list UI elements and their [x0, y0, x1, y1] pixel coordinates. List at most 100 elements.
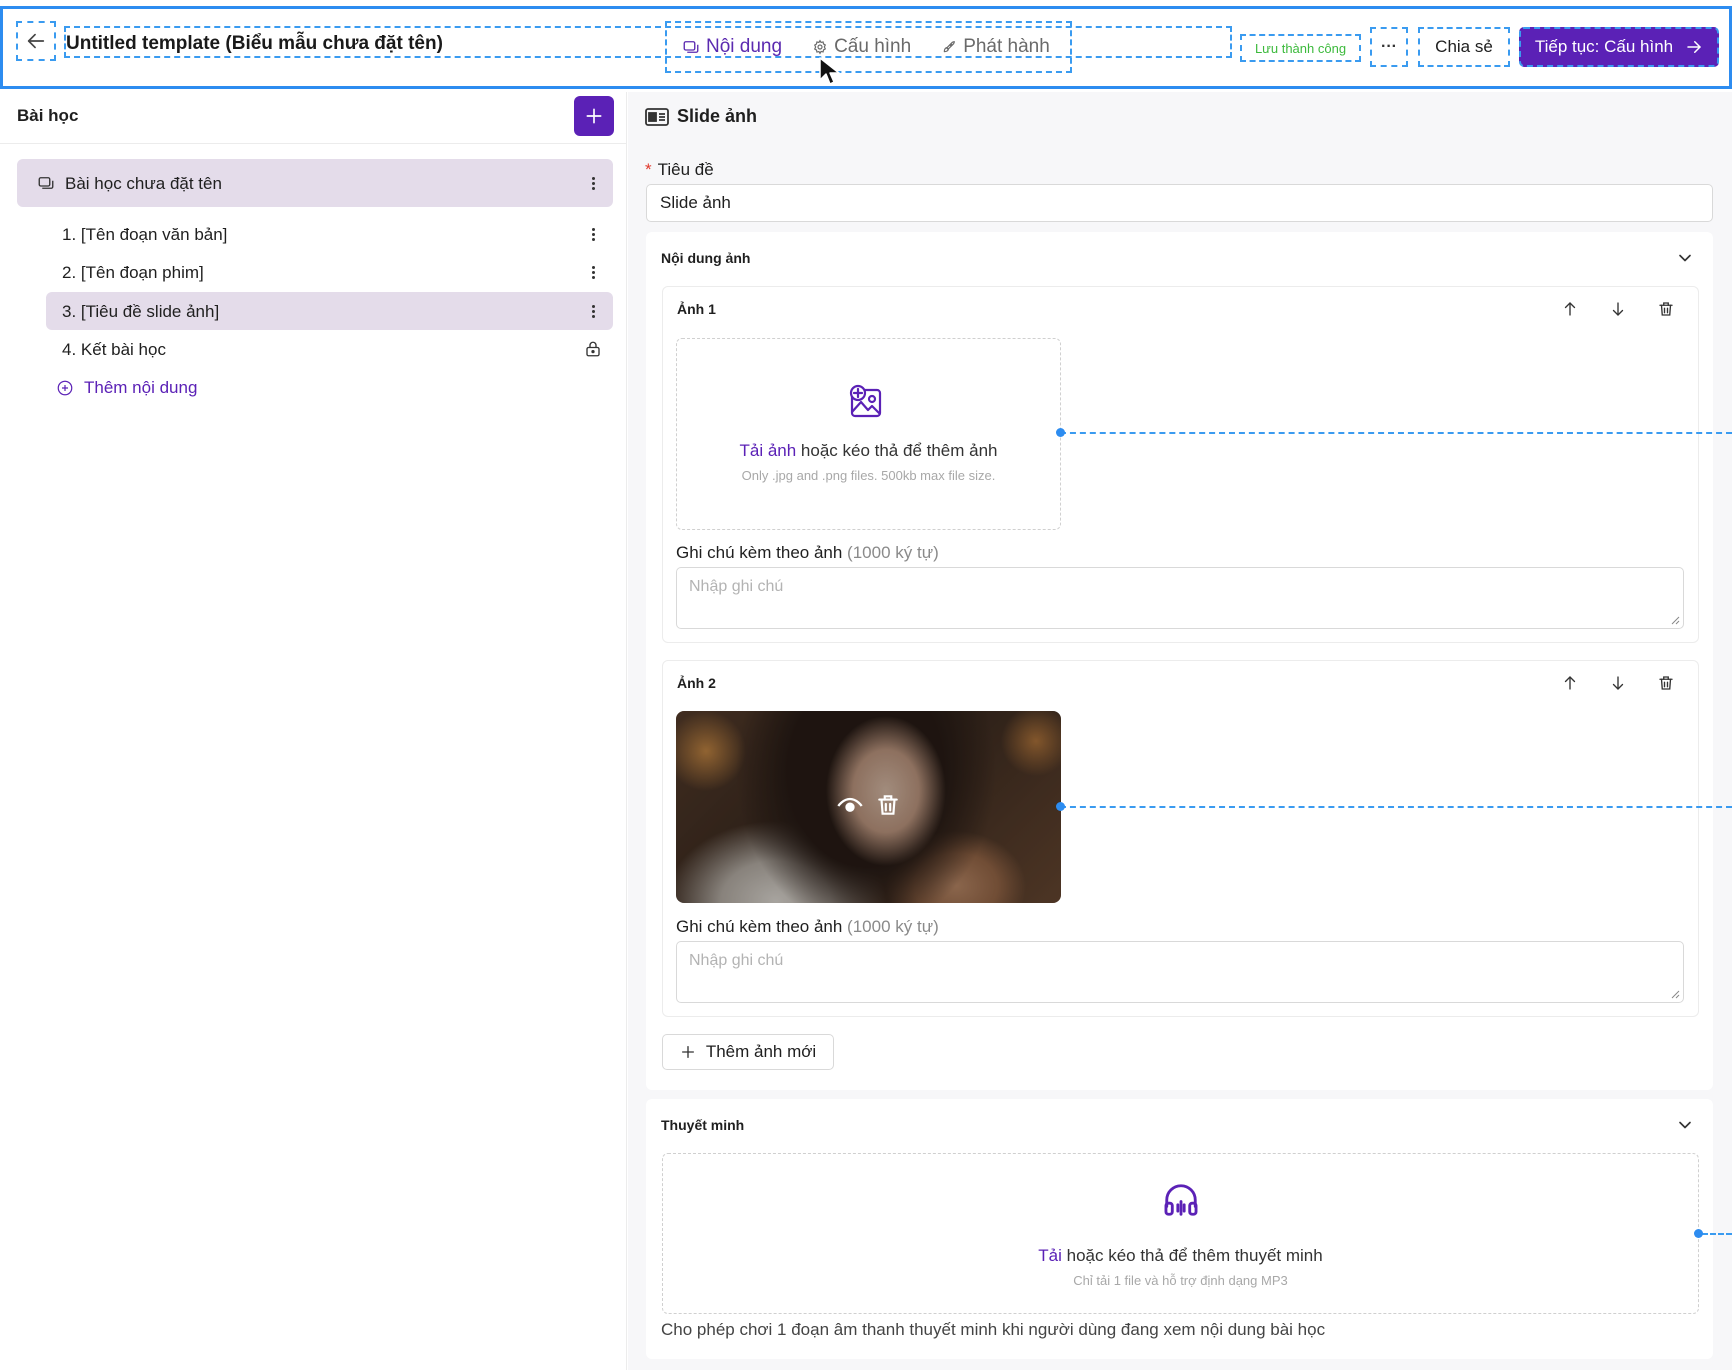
tab-settings[interactable]: Cấu hình [797, 23, 926, 71]
chevron-down-icon[interactable] [1675, 1115, 1695, 1135]
item-menu-icon[interactable] [583, 299, 603, 323]
upload-hint: Only .jpg and .png files. 500kb max file… [741, 468, 996, 483]
narration-upload-text: Tải hoặc kéo thả để thêm thuyết minh [663, 1246, 1698, 1266]
add-image-button[interactable]: Thêm ảnh mới [662, 1034, 834, 1070]
save-status-text: Lưu thành công [1254, 40, 1347, 56]
add-lesson-button[interactable] [574, 96, 614, 136]
template-title[interactable]: Untitled template (Biểu mẫu chưa đặt tên… [66, 33, 443, 55]
slides-icon [683, 41, 699, 53]
add-content-label: Thêm nội dung [84, 378, 198, 397]
lesson-label: Bài học chưa đặt tên [65, 174, 222, 193]
note-limit: (1000 ký tự) [842, 917, 939, 936]
trash-icon [1659, 676, 1673, 690]
item-menu-icon[interactable] [583, 260, 603, 284]
sidebar-item-image-slide[interactable]: 3. [Tiêu đề slide ảnh] [46, 292, 613, 330]
mouse-cursor-icon [819, 57, 840, 85]
lesson-menu-icon[interactable] [583, 171, 603, 195]
chevron-down-icon[interactable] [1675, 248, 1695, 268]
eye-icon[interactable] [836, 792, 864, 820]
arrow-right-icon [1687, 41, 1701, 53]
note-label: Ghi chú kèm theo ảnh (1000 ký tự) [676, 917, 939, 937]
tab-settings-label: Cấu hình [834, 36, 912, 57]
note-limit: (1000 ký tự) [842, 543, 939, 562]
item-menu-icon[interactable] [583, 222, 603, 246]
sidebar-item-label: 1. [Tên đoạn văn bản] [62, 225, 228, 244]
resize-handle-icon[interactable] [1670, 989, 1680, 999]
note-textarea[interactable]: Nhập ghi chú [676, 941, 1684, 1003]
back-button[interactable] [16, 21, 56, 61]
image-slide-icon [645, 107, 669, 126]
image-upload-dropzone[interactable]: Tải ảnh hoặc kéo thả để thêm ảnh Only .j… [676, 338, 1061, 530]
move-up-button[interactable] [1558, 671, 1582, 695]
image-content-title: Nội dung ảnh [661, 250, 751, 266]
move-up-button[interactable] [1558, 297, 1582, 321]
move-down-button[interactable] [1606, 671, 1630, 695]
annotation-connector [1060, 432, 1732, 434]
required-mark: * [645, 160, 652, 179]
slide-heading: Slide ảnh [645, 106, 757, 127]
upload-text: Tải ảnh hoặc kéo thả để thêm ảnh [677, 441, 1060, 461]
save-status-badge: Lưu thành công [1240, 34, 1361, 62]
note-placeholder: Nhập ghi chú [689, 578, 784, 595]
upload-text-rest: hoặc kéo thả để thêm ảnh [796, 441, 998, 460]
note-label-text: Ghi chú kèm theo ảnh [676, 543, 843, 562]
note-textarea[interactable]: Nhập ghi chú [676, 567, 1684, 629]
image-add-icon [849, 384, 882, 418]
narration-upload-hint: Chỉ tải 1 file và hỗ trợ định dạng MP3 [1073, 1273, 1288, 1288]
note-label-text: Ghi chú kèm theo ảnh [676, 917, 843, 936]
arrow-up-icon [1564, 302, 1576, 316]
uploaded-image-preview[interactable] [676, 711, 1061, 903]
image-hover-overlay [676, 711, 1061, 903]
sidebar-item-label: 2. [Tên đoạn phim] [62, 263, 204, 282]
annotation-dot [1056, 428, 1065, 437]
plus-circle-icon [57, 380, 73, 396]
slides-icon [38, 177, 54, 189]
plus-icon [586, 108, 602, 124]
sidebar-title: Bài học [17, 106, 79, 125]
sidebar-item-label: 4. Kết bài học [62, 340, 166, 359]
continue-label: Tiếp tục: Cấu hình [1534, 37, 1674, 56]
narration-title: Thuyết minh [661, 1117, 745, 1133]
share-button[interactable]: Chia sẻ [1418, 27, 1510, 67]
lock-icon [586, 341, 600, 357]
tab-content[interactable]: Nội dung [667, 23, 797, 71]
more-button[interactable]: ··· [1370, 27, 1408, 67]
narration-upload-text-rest: hoặc kéo thả để thêm thuyết minh [1061, 1246, 1323, 1265]
upload-narration-link[interactable]: Tải [1038, 1246, 1062, 1265]
annotation-connector [1060, 806, 1732, 808]
annotation-dot [1694, 1229, 1703, 1238]
mode-tabs: Nội dung Cấu hình Phát hành [665, 21, 1072, 73]
arrow-left-icon [27, 33, 45, 49]
delete-image-button[interactable] [1654, 671, 1678, 695]
title-field-label-text: Tiêu đề [657, 160, 714, 179]
share-label: Chia sẻ [1435, 37, 1493, 56]
move-down-button[interactable] [1606, 297, 1630, 321]
headphones-icon [1164, 1184, 1198, 1216]
delete-image-button[interactable] [1654, 297, 1678, 321]
tab-publish[interactable]: Phát hành [926, 23, 1065, 71]
sidebar-item-text-section[interactable]: 1. [Tên đoạn văn bản] [46, 215, 613, 253]
image-card-title: Ảnh 2 [677, 675, 716, 691]
narration-upload-dropzone[interactable]: Tải hoặc kéo thả để thêm thuyết minh Chỉ… [662, 1153, 1699, 1314]
continue-button[interactable]: Tiếp tục: Cấu hình [1519, 27, 1719, 67]
sidebar-item-lesson-end[interactable]: 4. Kết bài học [46, 330, 613, 368]
add-content-link[interactable]: Thêm nội dung [56, 378, 197, 398]
lesson-item[interactable]: Bài học chưa đặt tên [17, 159, 613, 207]
sidebar-header: Bài học [0, 92, 627, 144]
resize-handle-icon[interactable] [1670, 615, 1680, 625]
slide-heading-label: Slide ảnh [677, 106, 758, 126]
sidebar-item-video-section[interactable]: 2. [Tên đoạn phim] [46, 253, 613, 291]
trash-icon[interactable] [875, 791, 901, 819]
note-placeholder: Nhập ghi chú [689, 952, 784, 969]
note-label: Ghi chú kèm theo ảnh (1000 ký tự) [676, 543, 939, 563]
tab-content-label: Nội dung [706, 36, 783, 57]
tab-publish-label: Phát hành [963, 36, 1050, 57]
title-field-label: * Tiêu đề [645, 160, 714, 180]
arrow-down-icon [1612, 676, 1624, 690]
narration-description: Cho phép chơi 1 đoạn âm thanh thuyết min… [661, 1320, 1326, 1339]
arrow-down-icon [1612, 302, 1624, 316]
upload-image-link[interactable]: Tải ảnh [739, 441, 796, 460]
trash-icon [1659, 302, 1673, 316]
title-input[interactable]: Slide ảnh [646, 184, 1713, 222]
annotation-dot [1056, 802, 1065, 811]
